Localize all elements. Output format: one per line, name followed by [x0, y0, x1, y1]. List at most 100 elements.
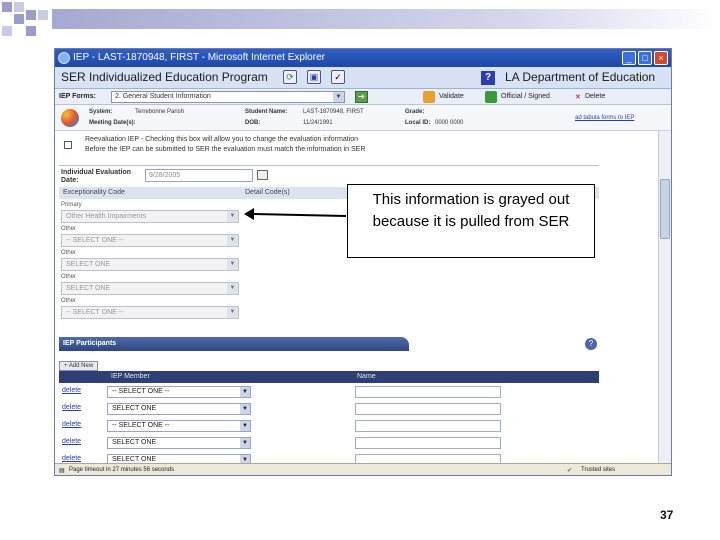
- go-button[interactable]: ➔: [355, 91, 368, 103]
- delete-link[interactable]: delete: [62, 438, 81, 445]
- delete-icon[interactable]: ✕: [575, 93, 581, 101]
- table-row: delete -- SELECT ONE -- ▼: [59, 418, 599, 435]
- exceptionality-select: Other Health Impairments ▼: [61, 210, 239, 223]
- table-row: delete SELECT ONE ▼: [59, 452, 599, 463]
- member-select[interactable]: -- SELECT ONE -- ▼: [107, 386, 251, 398]
- dob-value: 11/24/1991: [303, 120, 333, 126]
- reevaluation-checkbox[interactable]: [64, 141, 72, 149]
- spellcheck-icon[interactable]: ✓: [331, 70, 345, 84]
- minimize-button[interactable]: _: [622, 51, 636, 65]
- slide: IEP - LAST-1870948, FIRST - Microsoft In…: [0, 0, 720, 540]
- arrow-head: [244, 208, 254, 220]
- reevaluation-section: Reevaluation IEP - Checking this box wil…: [59, 135, 599, 165]
- add-new-button[interactable]: + Add New: [59, 361, 99, 371]
- system-value: Terrebonne Parish: [135, 109, 185, 115]
- name-input[interactable]: [355, 403, 501, 415]
- member-select[interactable]: -- SELECT ONE -- ▼: [107, 420, 251, 432]
- exceptionality-select: SELECT ONE ▼: [61, 258, 239, 271]
- name-input[interactable]: [355, 437, 501, 449]
- table-row: delete SELECT ONE ▼: [59, 401, 599, 418]
- save-icon[interactable]: ▣: [307, 70, 321, 84]
- select-value: -- SELECT ONE --: [112, 388, 170, 395]
- forms-link[interactable]: ad tabula forms to IEP: [575, 115, 634, 121]
- chevron-down-icon: ▼: [240, 421, 250, 431]
- delete-button[interactable]: Delete: [585, 93, 605, 100]
- evaluation-date-label: Individual Evaluation Date:: [61, 169, 132, 184]
- chevron-down-icon: ▼: [240, 404, 250, 414]
- trusted-sites-icon: ✔: [567, 468, 573, 474]
- chevron-down-icon: ▼: [227, 211, 238, 222]
- student-name-label: Student Name:: [245, 109, 288, 115]
- grade-label: Grade:: [405, 109, 425, 115]
- member-select[interactable]: SELECT ONE ▼: [107, 454, 251, 463]
- chevron-down-icon: ▼: [240, 387, 250, 397]
- validate-icon[interactable]: [423, 91, 435, 103]
- validate-button[interactable]: Validate: [439, 93, 464, 100]
- member-column-header: IEP Member: [111, 373, 150, 380]
- chevron-down-icon: ▼: [227, 307, 238, 318]
- select-value: SELECT ONE: [66, 261, 111, 268]
- official-icon[interactable]: [485, 91, 497, 103]
- table-row: delete SELECT ONE ▼: [59, 435, 599, 452]
- exceptionality-other-field: Other -- SELECT ONE -- ▼: [61, 225, 241, 247]
- member-select[interactable]: SELECT ONE ▼: [107, 403, 251, 415]
- name-input[interactable]: [355, 386, 501, 398]
- help-icon[interactable]: ?: [481, 71, 495, 85]
- delete-link[interactable]: delete: [62, 404, 81, 411]
- meeting-date-label: Meeting Date(s):: [89, 120, 136, 126]
- help-icon[interactable]: ?: [585, 338, 597, 350]
- exceptionality-other-field: Other -- SELECT ONE -- ▼: [61, 297, 241, 319]
- window-title: IEP - LAST-1870948, FIRST - Microsoft In…: [73, 52, 325, 63]
- window-titlebar: IEP - LAST-1870948, FIRST - Microsoft In…: [55, 49, 671, 67]
- name-input[interactable]: [355, 454, 501, 463]
- field-label: Other: [61, 226, 77, 232]
- name-input[interactable]: [355, 420, 501, 432]
- delete-link[interactable]: delete: [62, 455, 81, 462]
- chevron-down-icon: ▼: [227, 235, 238, 246]
- select-value: -- SELECT ONE --: [66, 309, 124, 316]
- exceptionality-other-field: Other SELECT ONE ▼: [61, 273, 241, 295]
- header-gradient-bar: [52, 9, 720, 29]
- form-select-value: 2. General Student Information: [115, 93, 211, 100]
- scrollbar-thumb[interactable]: [660, 179, 670, 239]
- delete-link[interactable]: delete: [62, 421, 81, 428]
- local-id-label: Local ID:: [405, 120, 431, 126]
- evaluation-date-field[interactable]: 9/28/2005: [145, 169, 253, 182]
- select-value: SELECT ONE: [66, 285, 111, 292]
- select-value: Other Health Impairments: [66, 213, 147, 220]
- close-button[interactable]: ×: [654, 51, 668, 65]
- select-value: SELECT ONE: [112, 439, 157, 446]
- participants-header: IEP Participants: [59, 337, 409, 351]
- student-info-bar: System: Terrebonne Parish Student Name: …: [55, 105, 671, 131]
- member-select[interactable]: SELECT ONE ▼: [107, 437, 251, 449]
- field-label: Other: [61, 298, 77, 304]
- vertical-scrollbar[interactable]: [658, 131, 671, 463]
- form-select[interactable]: 2. General Student Information ▼: [111, 91, 345, 103]
- reevaluation-line-2: Before the IEP can be submitted to SER t…: [85, 146, 366, 153]
- maximize-button[interactable]: □: [638, 51, 652, 65]
- add-new-label: Add New: [68, 363, 94, 369]
- page-number: 37: [660, 508, 674, 522]
- app-title: SER Individualized Education Program: [61, 70, 268, 84]
- refresh-icon[interactable]: ⟳: [283, 70, 297, 84]
- calendar-icon[interactable]: [257, 170, 268, 180]
- student-name-value: LAST-1870948, FIRST: [303, 109, 364, 115]
- table-row: delete -- SELECT ONE -- ▼: [59, 384, 599, 401]
- chevron-down-icon: ▼: [227, 283, 238, 294]
- chevron-down-icon: ▼: [333, 92, 344, 102]
- chevron-down-icon: ▼: [240, 455, 250, 463]
- official-signed-button[interactable]: Official / Signed: [501, 93, 550, 100]
- detail-code-header: Detail Code(s): [245, 189, 290, 196]
- reevaluation-line-1: Reevaluation IEP - Checking this box wil…: [85, 136, 359, 143]
- field-label: Primary: [61, 202, 82, 208]
- chevron-down-icon: ▼: [227, 259, 238, 270]
- form-content: Reevaluation IEP - Checking this box wil…: [55, 131, 659, 463]
- exceptionality-select: SELECT ONE ▼: [61, 282, 239, 295]
- field-label: Other: [61, 250, 77, 256]
- delete-link[interactable]: delete: [62, 387, 81, 394]
- state-logo-icon: [61, 109, 79, 127]
- evaluation-date-row: Individual Evaluation Date: 9/28/2005: [59, 165, 599, 185]
- field-label: Other: [61, 274, 77, 280]
- exceptionality-code-header: Exceptionality Code: [63, 189, 125, 196]
- select-value: SELECT ONE: [112, 456, 157, 463]
